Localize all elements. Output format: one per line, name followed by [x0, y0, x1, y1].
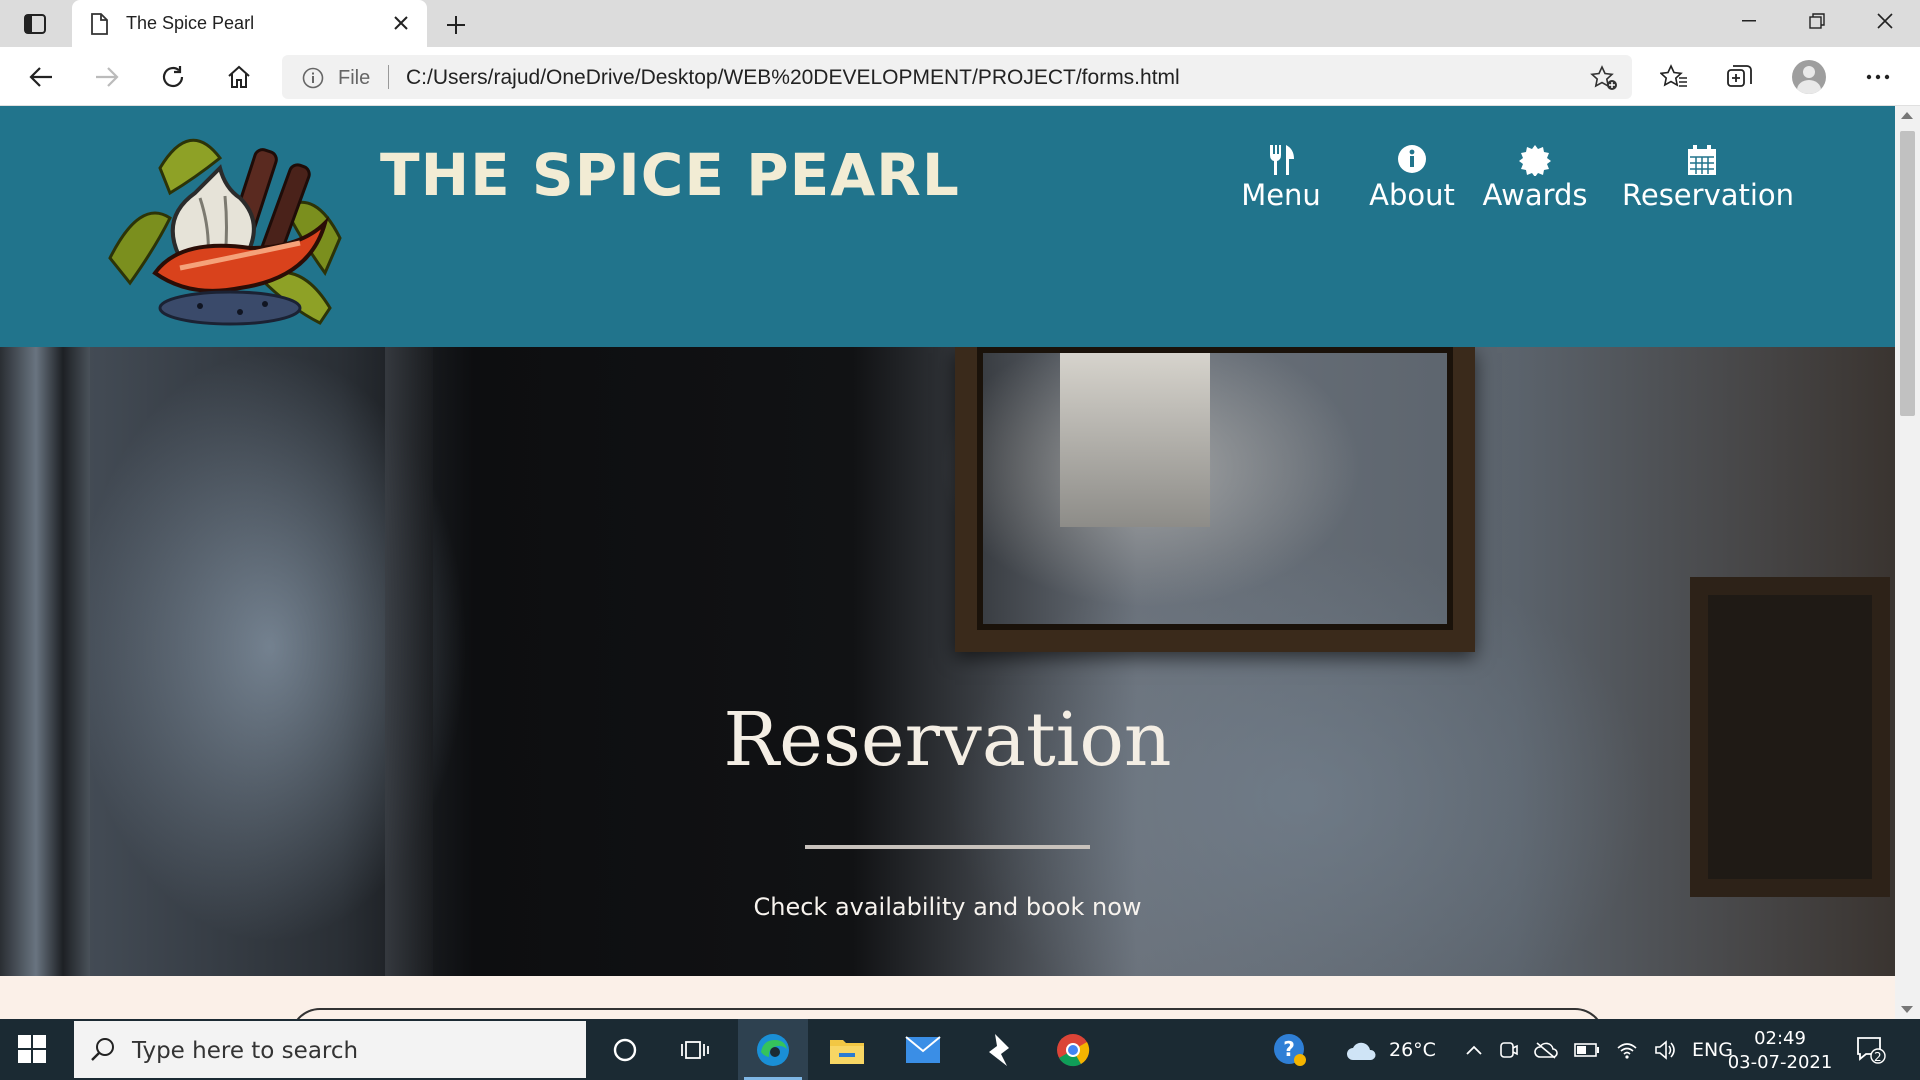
weather-temperature: 26°C	[1389, 1038, 1436, 1061]
restore-button[interactable]	[1783, 0, 1851, 42]
scroll-down-icon[interactable]	[1901, 1006, 1913, 1013]
new-tab-button[interactable]	[440, 9, 472, 41]
hero-subtitle: Check availability and book now	[753, 893, 1142, 921]
site-header: THE SPICE PEARL Menu About Awards Reserv…	[0, 106, 1895, 347]
page-icon	[90, 13, 108, 39]
chrome-icon[interactable]	[1038, 1019, 1108, 1080]
help-icon[interactable]: ?	[1255, 1019, 1325, 1080]
wifi-icon[interactable]	[1616, 1040, 1638, 1060]
page-viewport: THE SPICE PEARL Menu About Awards Reserv…	[0, 106, 1895, 1019]
file-explorer-icon[interactable]	[812, 1019, 882, 1080]
close-window-button[interactable]	[1851, 0, 1919, 42]
address-bar[interactable]: File C:/Users/rajud/OneDrive/Desktop/WEB…	[282, 55, 1632, 99]
more-options-icon[interactable]	[1858, 58, 1898, 96]
nav-item-awards[interactable]: Awards	[1482, 144, 1588, 212]
info-circle-icon	[1357, 144, 1467, 178]
nav-label-about: About	[1369, 178, 1455, 212]
fork-knife-icon	[1236, 144, 1326, 178]
nav-label-reservation: Reservation	[1622, 178, 1795, 212]
chevron-up-icon[interactable]	[1466, 1045, 1482, 1055]
forward-button[interactable]	[88, 58, 126, 96]
sublime-app-icon[interactable]	[964, 1019, 1034, 1080]
hero-pillar-image	[385, 347, 433, 976]
taskbar-clock[interactable]: 02:49 03-07-2021	[1720, 1027, 1840, 1075]
windows-taskbar: Type here to search ? 26°C ENG 02:49 03-…	[0, 1019, 1920, 1080]
reservation-form-top-edge	[290, 1008, 1605, 1019]
browser-tab-active[interactable]: The Spice Pearl	[72, 0, 427, 47]
mail-icon[interactable]	[888, 1019, 958, 1080]
volume-icon[interactable]	[1654, 1039, 1676, 1060]
hero-banner: Reservation Check availability and book …	[0, 347, 1895, 976]
nav-item-menu[interactable]: Menu	[1236, 144, 1326, 212]
hero-divider	[805, 845, 1090, 849]
certificate-icon	[1482, 144, 1588, 178]
nav-item-reservation[interactable]: Reservation	[1622, 144, 1794, 212]
search-icon	[90, 1036, 116, 1066]
onedrive-icon[interactable]	[1534, 1040, 1558, 1060]
tab-actions-icon[interactable]	[20, 10, 50, 38]
favorites-icon[interactable]	[1654, 58, 1694, 96]
hero-window-image	[0, 347, 90, 976]
browser-toolbar: File C:/Users/rajud/OneDrive/Desktop/WEB…	[0, 47, 1920, 106]
battery-icon[interactable]	[1574, 1042, 1600, 1057]
task-view-icon[interactable]	[660, 1019, 730, 1080]
meet-now-icon[interactable]	[1498, 1039, 1518, 1061]
clock-date: 03-07-2021	[1727, 1052, 1833, 1073]
tab-title: The Spice Pearl	[126, 13, 255, 33]
collections-icon[interactable]	[1720, 58, 1760, 96]
cortana-icon[interactable]	[590, 1019, 660, 1080]
minimize-button[interactable]	[1715, 0, 1783, 42]
taskbar-search-placeholder: Type here to search	[132, 1038, 359, 1064]
hero-title: Reservation	[723, 697, 1172, 783]
page-scrollbar[interactable]	[1895, 106, 1920, 1019]
scrollbar-thumb[interactable]	[1900, 131, 1915, 416]
edge-taskbar-icon[interactable]	[738, 1019, 808, 1080]
system-tray: ENG	[1466, 1019, 1733, 1080]
add-favorite-icon[interactable]	[1590, 65, 1618, 95]
notification-center-icon[interactable]: 2	[1856, 1019, 1886, 1080]
nav-label-awards: Awards	[1482, 178, 1588, 212]
svg-text:?: ?	[1283, 1037, 1295, 1061]
weather-widget[interactable]: 26°C	[1345, 1019, 1436, 1080]
browser-tab-bar: The Spice Pearl	[0, 0, 1920, 47]
refresh-button[interactable]	[154, 58, 192, 96]
site-info-icon[interactable]	[302, 67, 324, 93]
spice-basket-logo[interactable]	[100, 108, 355, 338]
nav-item-about[interactable]: About	[1357, 144, 1467, 212]
clock-time: 02:49	[1754, 1028, 1806, 1049]
address-scheme-label: File	[338, 67, 371, 89]
back-button[interactable]	[22, 58, 60, 96]
home-button[interactable]	[220, 58, 258, 96]
address-url[interactable]: C:/Users/rajud/OneDrive/Desktop/WEB%20DE…	[406, 66, 1180, 90]
address-separator	[388, 65, 389, 89]
calendar-icon	[1622, 144, 1782, 178]
profile-avatar[interactable]	[1792, 60, 1826, 94]
tab-close-icon[interactable]	[389, 11, 413, 35]
scroll-up-icon[interactable]	[1901, 112, 1913, 119]
windows-start-icon[interactable]	[18, 1035, 48, 1065]
hero-picture-frame-image	[955, 347, 1475, 652]
nav-label-menu: Menu	[1241, 178, 1321, 212]
notification-count: 2	[1874, 1050, 1882, 1064]
cloud-icon	[1347, 1042, 1376, 1060]
taskbar-search-box[interactable]: Type here to search	[74, 1021, 586, 1078]
site-brand[interactable]: THE SPICE PEARL	[380, 141, 960, 209]
